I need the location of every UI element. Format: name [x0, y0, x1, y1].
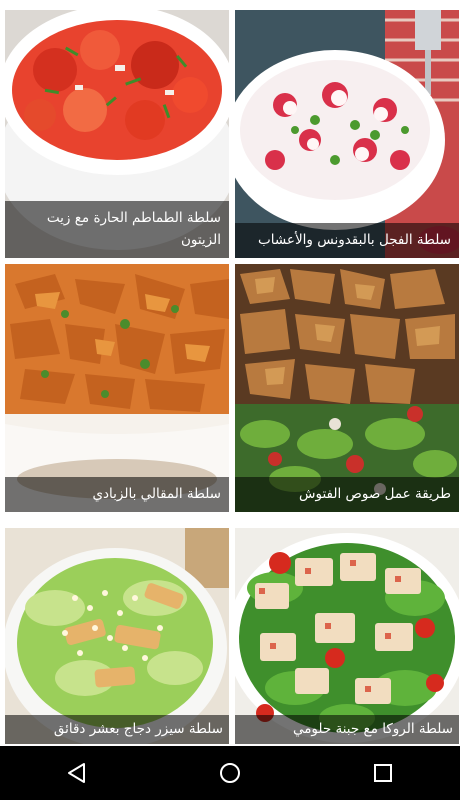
- recipe-photo: [5, 528, 229, 744]
- back-icon: [67, 763, 85, 783]
- back-button[interactable]: [37, 746, 117, 800]
- recipe-photo: [5, 264, 229, 512]
- recipe-card-tomato-salad[interactable]: سلطة الطماطم الحارة مع زيت الزيتون: [5, 10, 229, 258]
- recipe-title: طريقة عمل صوص الفتوش: [235, 477, 459, 512]
- recipe-photo: [235, 264, 459, 512]
- recents-icon: [374, 764, 393, 782]
- recipe-title: سلطة الطماطم الحارة مع زيت الزيتون: [5, 201, 229, 258]
- system-navigation-bar: [0, 746, 460, 800]
- recipe-card-radish-salad[interactable]: سلطة الفجل بالبقدونس والأعشاب: [235, 10, 459, 258]
- recipe-card-chicken-caesar-salad[interactable]: سلطة سيزر دجاج بعشر دقائق: [5, 528, 229, 744]
- recipe-photo: [235, 528, 459, 744]
- recipe-card-fried-bread-yogurt-salad[interactable]: سلطة المقالي بالزبادي: [5, 264, 229, 512]
- recipe-grid: سلطة الطماطم الحارة مع زيت الزيتون سلطة …: [0, 0, 460, 746]
- recipe-title: سلطة المقالي بالزبادي: [5, 477, 229, 512]
- home-icon: [219, 763, 240, 783]
- home-button[interactable]: [190, 746, 270, 800]
- recipe-photo: [235, 10, 459, 258]
- recipe-title: سلطة سيزر دجاج بعشر دقائق: [5, 715, 229, 744]
- recipe-card-arugula-halloumi-salad[interactable]: سلطة الروكا مع جبنة حلومي: [235, 528, 459, 744]
- recents-button[interactable]: [343, 746, 423, 800]
- recipe-card-fattoush-dressing[interactable]: طريقة عمل صوص الفتوش: [235, 264, 459, 512]
- recipe-title: سلطة الروكا مع جبنة حلومي: [235, 715, 459, 744]
- recipe-title: سلطة الفجل بالبقدونس والأعشاب: [235, 223, 459, 258]
